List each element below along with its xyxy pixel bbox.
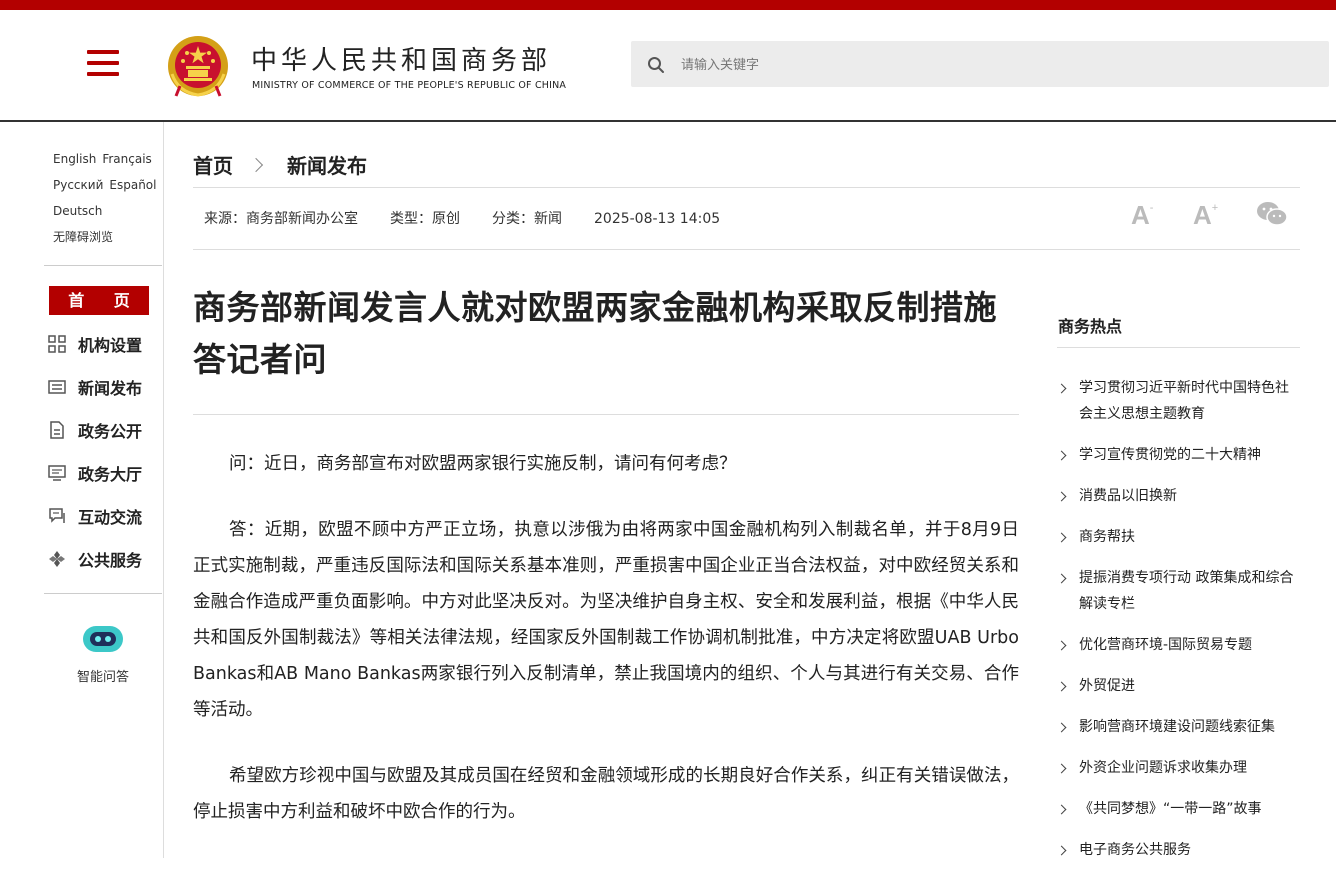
nav-item-label: 互动交流: [78, 508, 143, 527]
nav-item-label: 新闻发布: [78, 379, 143, 398]
meta-category: 分类：新闻: [492, 211, 562, 227]
nav-item-label: 机构设置: [78, 336, 143, 355]
font-increase-icon[interactable]: A+: [1193, 200, 1218, 231]
menu-icon[interactable]: [87, 50, 119, 76]
article-paragraph-answer: 答：近期，欧盟不顾中方严正立场，执意以涉俄为由将两家中国金融机构列入制裁名单，并…: [193, 520, 1019, 720]
hot-topic-link[interactable]: 电子商务公共服务: [1057, 837, 1302, 863]
hot-topic-link[interactable]: 商务帮扶: [1057, 524, 1302, 550]
hot-topic-link[interactable]: 影响营商环境建设问题线索征集: [1057, 714, 1302, 740]
breadcrumb-home[interactable]: 首页: [193, 154, 233, 178]
nav-item-organization[interactable]: 机构设置: [48, 332, 142, 356]
hot-topic-link[interactable]: 外资企业问题诉求收集办理: [1057, 755, 1302, 781]
divider: [193, 249, 1300, 250]
nav-item-service-hall[interactable]: 政务大厅: [48, 461, 142, 485]
meta-type: 类型：原创: [390, 211, 460, 227]
nav-item-public-service[interactable]: 公共服务: [48, 547, 142, 571]
divider: [44, 265, 162, 266]
nav-item-interaction[interactable]: 互动交流: [48, 504, 142, 528]
nav-item-news[interactable]: 新闻发布: [48, 375, 142, 399]
chat-icon: [49, 508, 65, 523]
search-bar: [631, 41, 1329, 87]
top-accent-bar: [0, 0, 1336, 10]
nav-item-label: 公共服务: [78, 551, 143, 570]
hot-topic-link[interactable]: 提振消费专项行动 政策集成和综合解读专栏: [1057, 565, 1302, 617]
hot-topic-link[interactable]: 学习贯彻习近平新时代中国特色社会主义思想主题教育: [1057, 375, 1302, 427]
accessibility-link[interactable]: 无障碍浏览: [53, 230, 113, 244]
search-input[interactable]: [679, 49, 1303, 81]
divider: [1057, 347, 1300, 348]
lang-russian[interactable]: Русский: [53, 178, 103, 192]
news-icon: [48, 380, 66, 394]
font-decrease-icon[interactable]: A-: [1131, 200, 1153, 231]
meta-datetime: 2025-08-13 14:05: [594, 211, 721, 227]
site-title[interactable]: 中华人民共和国商务部: [251, 40, 551, 77]
divider: [193, 414, 1019, 415]
nav-item-label: 政务大厅: [78, 465, 143, 484]
hot-topics-title: 商务热点: [1058, 317, 1123, 336]
site-subtitle: MINISTRY OF COMMERCE OF THE PEOPLE'S REP…: [252, 80, 567, 91]
robot-assistant-icon[interactable]: [81, 622, 125, 656]
lang-german[interactable]: Deutsch: [53, 204, 102, 218]
hot-topic-link[interactable]: 学习宣传贯彻党的二十大精神: [1057, 442, 1302, 468]
national-emblem-icon[interactable]: [166, 34, 230, 98]
breadcrumb-current[interactable]: 新闻发布: [287, 154, 367, 178]
meta-source: 来源：商务部新闻办公室: [204, 211, 358, 227]
divider: [193, 187, 1300, 188]
hot-topic-link[interactable]: 外贸促进: [1057, 673, 1302, 699]
hot-topic-link[interactable]: 消费品以旧换新: [1057, 483, 1302, 509]
lang-spanish[interactable]: Español: [109, 178, 156, 192]
lang-french[interactable]: Français: [102, 152, 151, 166]
nav-item-disclosure[interactable]: 政务公开: [48, 418, 142, 442]
article-paragraph-closing: 希望欧方珍视中国与欧盟及其成员国在经贸和金融领域形成的长期良好合作关系，纠正有关…: [193, 766, 1019, 822]
article-title: 商务部新闻发言人就对欧盟两家金融机构采取反制措施答记者问: [193, 288, 997, 379]
document-icon: [50, 421, 64, 439]
chevron-right-icon: [248, 157, 264, 173]
wechat-share-icon[interactable]: [1256, 200, 1288, 228]
home-button[interactable]: 首 页: [49, 286, 149, 315]
hot-topic-link[interactable]: 《共同梦想》“一带一路”故事: [1057, 796, 1302, 822]
assistant-label[interactable]: 智能问答: [44, 666, 162, 685]
divider: [44, 593, 162, 594]
lang-english[interactable]: English: [53, 152, 96, 166]
hot-topics-list: 学习贯彻习近平新时代中国特色社会主义思想主题教育 学习宣传贯彻党的二十大精神 消…: [1057, 375, 1302, 878]
nav-item-label: 政务公开: [78, 422, 143, 441]
search-icon[interactable]: [647, 56, 665, 74]
breadcrumb: 首页 新闻发布: [193, 150, 367, 179]
hot-topic-link[interactable]: 优化营商环境-国际贸易专题: [1057, 632, 1302, 658]
grid-icon: [48, 335, 66, 353]
service-icon: [49, 551, 65, 567]
site-header: 中华人民共和国商务部 MINISTRY OF COMMERCE OF THE P…: [0, 10, 1336, 122]
article-paragraph-question: 问：近日，商务部宣布对欧盟两家银行实施反制，请问有何考虑？: [229, 454, 737, 474]
monitor-icon: [48, 465, 66, 481]
language-links: English Français Русский Español Deutsch 无…: [53, 146, 162, 250]
left-navigation: English Français Русский Español Deutsch 无…: [44, 122, 164, 858]
article-meta: 来源：商务部新闻办公室 类型：原创 分类：新闻 2025-08-13 14:05: [204, 208, 752, 228]
